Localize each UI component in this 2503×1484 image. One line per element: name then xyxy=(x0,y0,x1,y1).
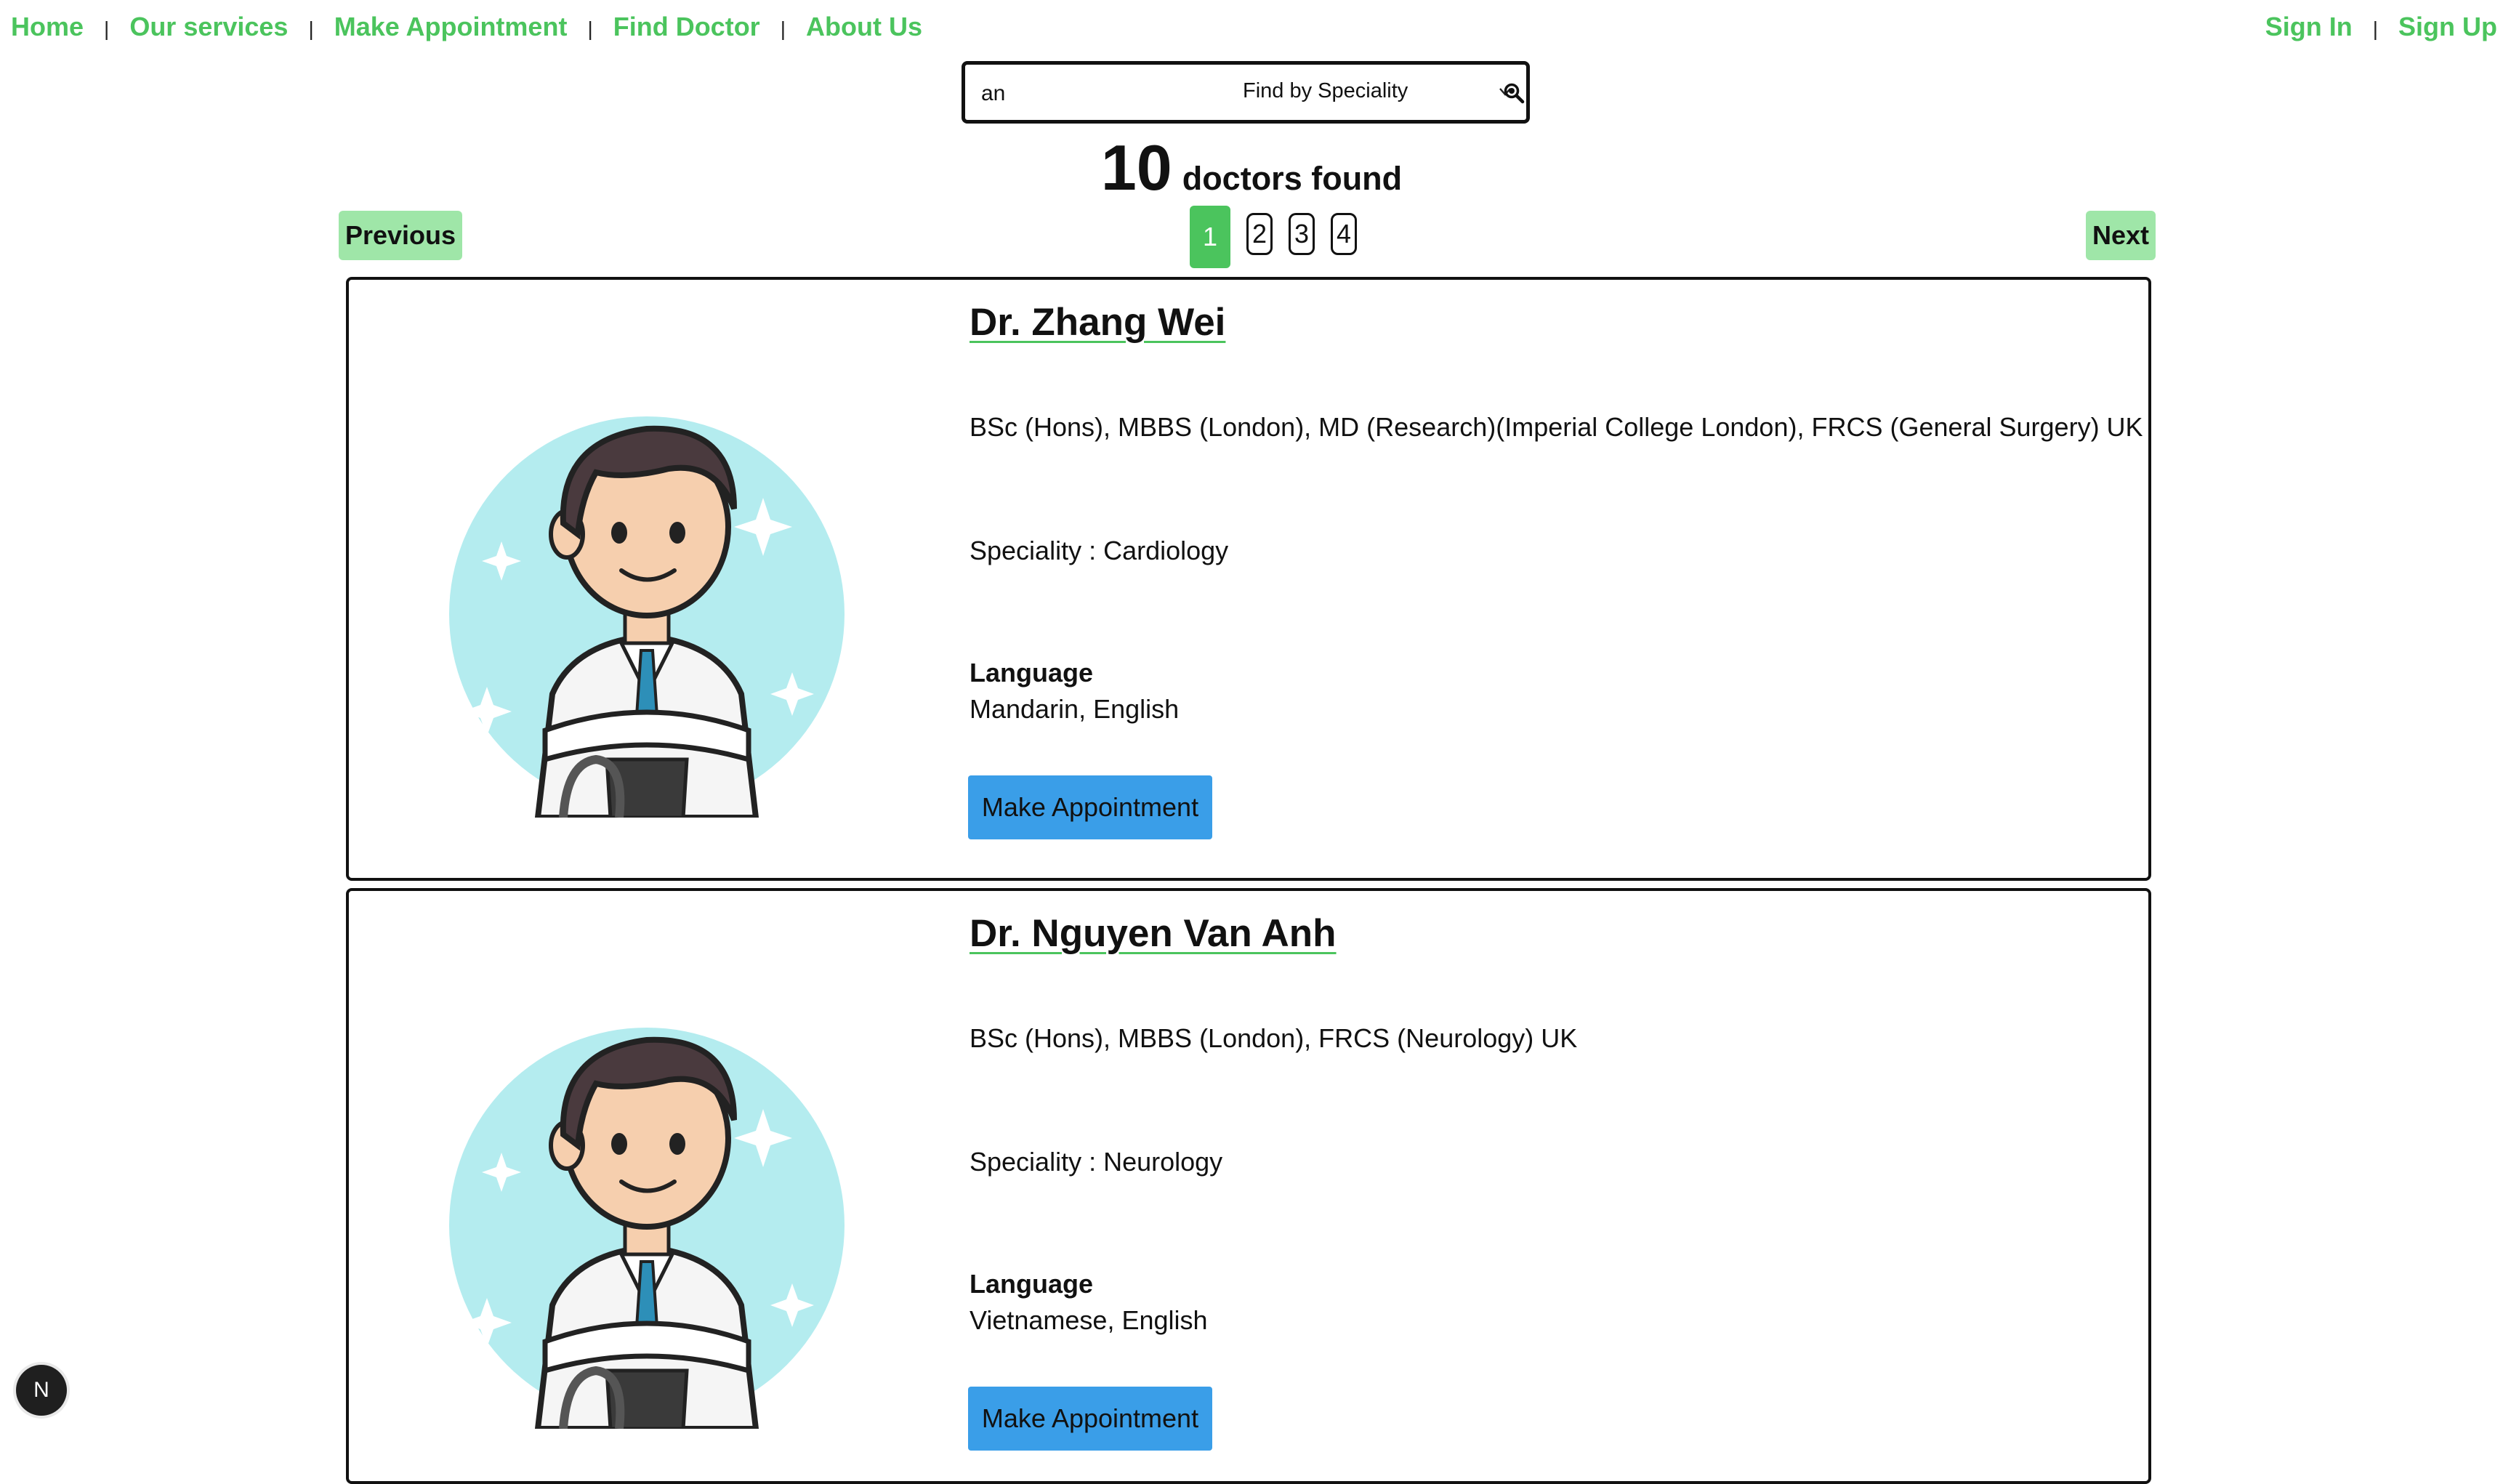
results-count-label: doctors found xyxy=(1182,160,1403,197)
speciality-select[interactable]: Find by Speciality xyxy=(1243,79,1511,108)
search-input[interactable] xyxy=(981,81,1199,107)
nav-separator: | xyxy=(308,17,314,40)
language-heading: Language xyxy=(970,1269,1094,1299)
nav-services-link[interactable]: Our services xyxy=(129,12,288,42)
page-2-button[interactable]: 2 xyxy=(1246,213,1273,255)
make-appointment-button[interactable]: Make Appointment xyxy=(968,775,1212,839)
doctor-name-link[interactable]: Dr. Nguyen Van Anh xyxy=(970,911,1337,956)
language-heading: Language xyxy=(970,658,1094,687)
results-count-number: 10 xyxy=(1100,132,1172,203)
search-icon[interactable] xyxy=(1503,82,1525,104)
previous-button[interactable]: Previous xyxy=(339,211,462,260)
nav-left: Home | Our services | Make Appointment |… xyxy=(11,12,922,42)
doctor-qualifications: BSc (Hons), MBBS (London), FRCS (Neurolo… xyxy=(970,1023,1578,1053)
sign-in-link[interactable]: Sign In xyxy=(2265,12,2353,42)
page-3-button[interactable]: 3 xyxy=(1289,213,1315,255)
sign-up-link[interactable]: Sign Up xyxy=(2398,12,2497,42)
doctor-card: Dr. Zhang Wei BSc (Hons), MBBS (London),… xyxy=(346,277,2151,881)
dev-tools-badge[interactable]: N xyxy=(16,1365,67,1416)
doctor-card: Dr. Nguyen Van Anh BSc (Hons), MBBS (Lon… xyxy=(346,888,2151,1484)
nav-separator: | xyxy=(104,17,110,40)
nav-separator: | xyxy=(2372,17,2379,40)
nav-home-link[interactable]: Home xyxy=(11,12,84,42)
doctor-speciality: Speciality : Neurology xyxy=(970,1147,1223,1177)
page-4-button[interactable]: 4 xyxy=(1331,213,1357,255)
nav-right: Sign In | Sign Up xyxy=(2265,12,2497,42)
doctor-qualifications: BSc (Hons), MBBS (London), MD (Research)… xyxy=(970,412,2143,442)
nav-find-doctor-link[interactable]: Find Doctor xyxy=(613,12,760,42)
next-button[interactable]: Next xyxy=(2086,211,2156,260)
speciality-select-label: Find by Speciality xyxy=(1243,79,1408,102)
doctor-avatar-image xyxy=(449,416,845,818)
doctor-speciality: Speciality : Cardiology xyxy=(970,536,1229,565)
doctor-name-link[interactable]: Dr. Zhang Wei xyxy=(970,300,1225,344)
page-1-button[interactable]: 1 xyxy=(1190,206,1230,268)
doctor-languages: Mandarin, English xyxy=(970,694,1180,724)
nav-make-appointment-link[interactable]: Make Appointment xyxy=(334,12,568,42)
nav-separator: | xyxy=(587,17,593,40)
pagination-pages: 1 2 3 4 xyxy=(1190,206,1357,268)
results-count: 10 doctors found xyxy=(0,131,2503,205)
nav-about-us-link[interactable]: About Us xyxy=(806,12,922,42)
search-bar: Find by Speciality xyxy=(962,61,1530,124)
doctor-avatar-image xyxy=(449,1028,845,1429)
make-appointment-button[interactable]: Make Appointment xyxy=(968,1387,1212,1451)
nav-separator: | xyxy=(780,17,786,40)
doctor-languages: Vietnamese, English xyxy=(970,1305,1208,1335)
top-nav: Home | Our services | Make Appointment |… xyxy=(0,0,2503,58)
